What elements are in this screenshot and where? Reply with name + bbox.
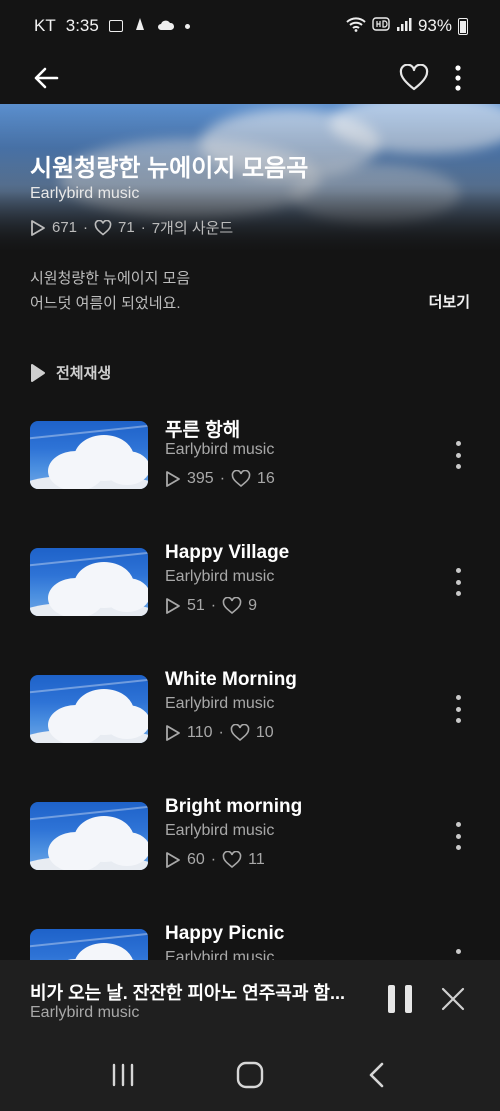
like-count-icon [231,470,251,488]
playlist-stats: 671 · 71 · 7개의 사운드 [30,217,233,238]
track-likes: 11 [248,851,265,868]
play-all-button[interactable]: 전체재생 [30,362,111,383]
list-item[interactable]: 푸른 항해 Earlybird music 395 · 16 [0,420,500,521]
top-bar [0,52,500,104]
recent-apps-button[interactable] [98,1050,148,1100]
track-thumbnail [30,675,148,743]
playlist-plays: 671 [52,219,78,236]
list-item[interactable]: Happy Village Earlybird music 51 · 9 [0,542,500,648]
mini-player[interactable]: 비가 오는 날. 잔잔한 피아노 연주곡과 함... Earlybird mus… [0,960,500,1038]
playlist-artist[interactable]: Earlybird music [30,185,139,203]
track-stats: 110 · 10 [165,724,274,742]
back-button[interactable] [24,56,68,100]
track-artist: Earlybird music [165,695,275,712]
track-more-button[interactable] [446,441,470,469]
track-artist: Earlybird music [165,822,275,839]
track-stats: 395 · 16 [165,470,275,488]
recent-apps-icon [113,1063,134,1086]
system-nav-bar [0,1038,500,1111]
close-player-button[interactable] [440,986,466,1012]
playlist-likes: 71 [118,219,135,236]
track-stats: 51 · 9 [165,597,257,615]
signal-icon [396,16,412,37]
playlist-description: 시원청량한 뉴에이지 모음 어느덧 여름이 되었네요. [30,266,190,316]
like-count-icon [94,219,112,236]
track-plays: 51 [187,597,205,614]
track-title: 푸른 항해 [165,420,241,441]
play-count-icon [166,598,180,614]
battery-percent: 93% [417,16,452,35]
play-count-icon [166,852,180,868]
track-plays: 110 [187,724,213,741]
nav-back-button[interactable] [352,1050,402,1100]
track-stats: 60 · 11 [165,851,265,869]
hd-icon [372,16,390,36]
more-vertical-icon [455,65,461,91]
list-item[interactable]: White Morning Earlybird music 110 · 10 [0,669,500,775]
clock: 3:35 [65,16,99,35]
track-thumbnail [30,802,148,870]
list-item[interactable]: Bright morning Earlybird music 60 · 11 [0,796,500,902]
play-count-icon [166,471,180,487]
carrier-label: KT [34,16,56,35]
battery-icon [458,17,468,35]
playlist-title: 시원청량한 뉴에이지 모음곡 [30,155,309,182]
like-count-icon [222,851,242,869]
track-more-button[interactable] [446,822,470,850]
track-title: Happy Village [165,542,290,563]
like-count-icon [222,597,242,615]
heart-icon [399,64,429,91]
track-more-button[interactable] [446,568,470,596]
description-line: 어느덧 여름이 되었네요. [30,295,181,312]
close-icon [441,987,465,1011]
more-button[interactable]: 더보기 [429,291,470,312]
now-playing-title: 비가 오는 날. 잔잔한 피아노 연주곡과 함... [30,983,345,1003]
cloud-icon [157,16,175,36]
home-button[interactable] [225,1050,275,1100]
play-count-icon [31,219,45,236]
track-likes: 10 [255,724,274,741]
app-icon [133,16,147,37]
track-title: Bright morning [165,796,303,817]
description-line: 시원청량한 뉴에이지 모음 [30,270,191,287]
back-icon [369,1062,383,1087]
track-plays: 60 [187,851,205,868]
status-bar: KT 3:35 93% [0,0,500,52]
sound-count: 7개의 사운드 [151,220,234,237]
like-count-icon [230,724,250,742]
like-playlist-button[interactable] [392,56,436,100]
image-icon [108,20,123,32]
pause-icon [388,985,395,1013]
track-thumbnail [30,548,148,616]
more-options-button[interactable] [436,56,480,100]
track-artist: Earlybird music [165,568,275,585]
track-artist: Earlybird music [165,441,275,458]
back-arrow-icon [34,67,59,89]
track-title: Happy Picnic [165,923,285,944]
play-count-icon [166,725,180,741]
play-all-label: 전체재생 [56,365,112,382]
track-plays: 395 [187,470,214,487]
track-likes: 9 [248,597,258,614]
home-icon [236,1061,264,1088]
dot-icon [184,23,190,29]
pause-button[interactable] [388,985,412,1013]
now-playing-artist: Earlybird music [30,1004,140,1021]
wifi-icon [346,16,366,37]
track-likes: 16 [257,470,275,487]
play-icon [31,363,45,382]
track-thumbnail [30,421,148,489]
track-more-button[interactable] [446,695,470,723]
track-title: White Morning [165,669,297,690]
